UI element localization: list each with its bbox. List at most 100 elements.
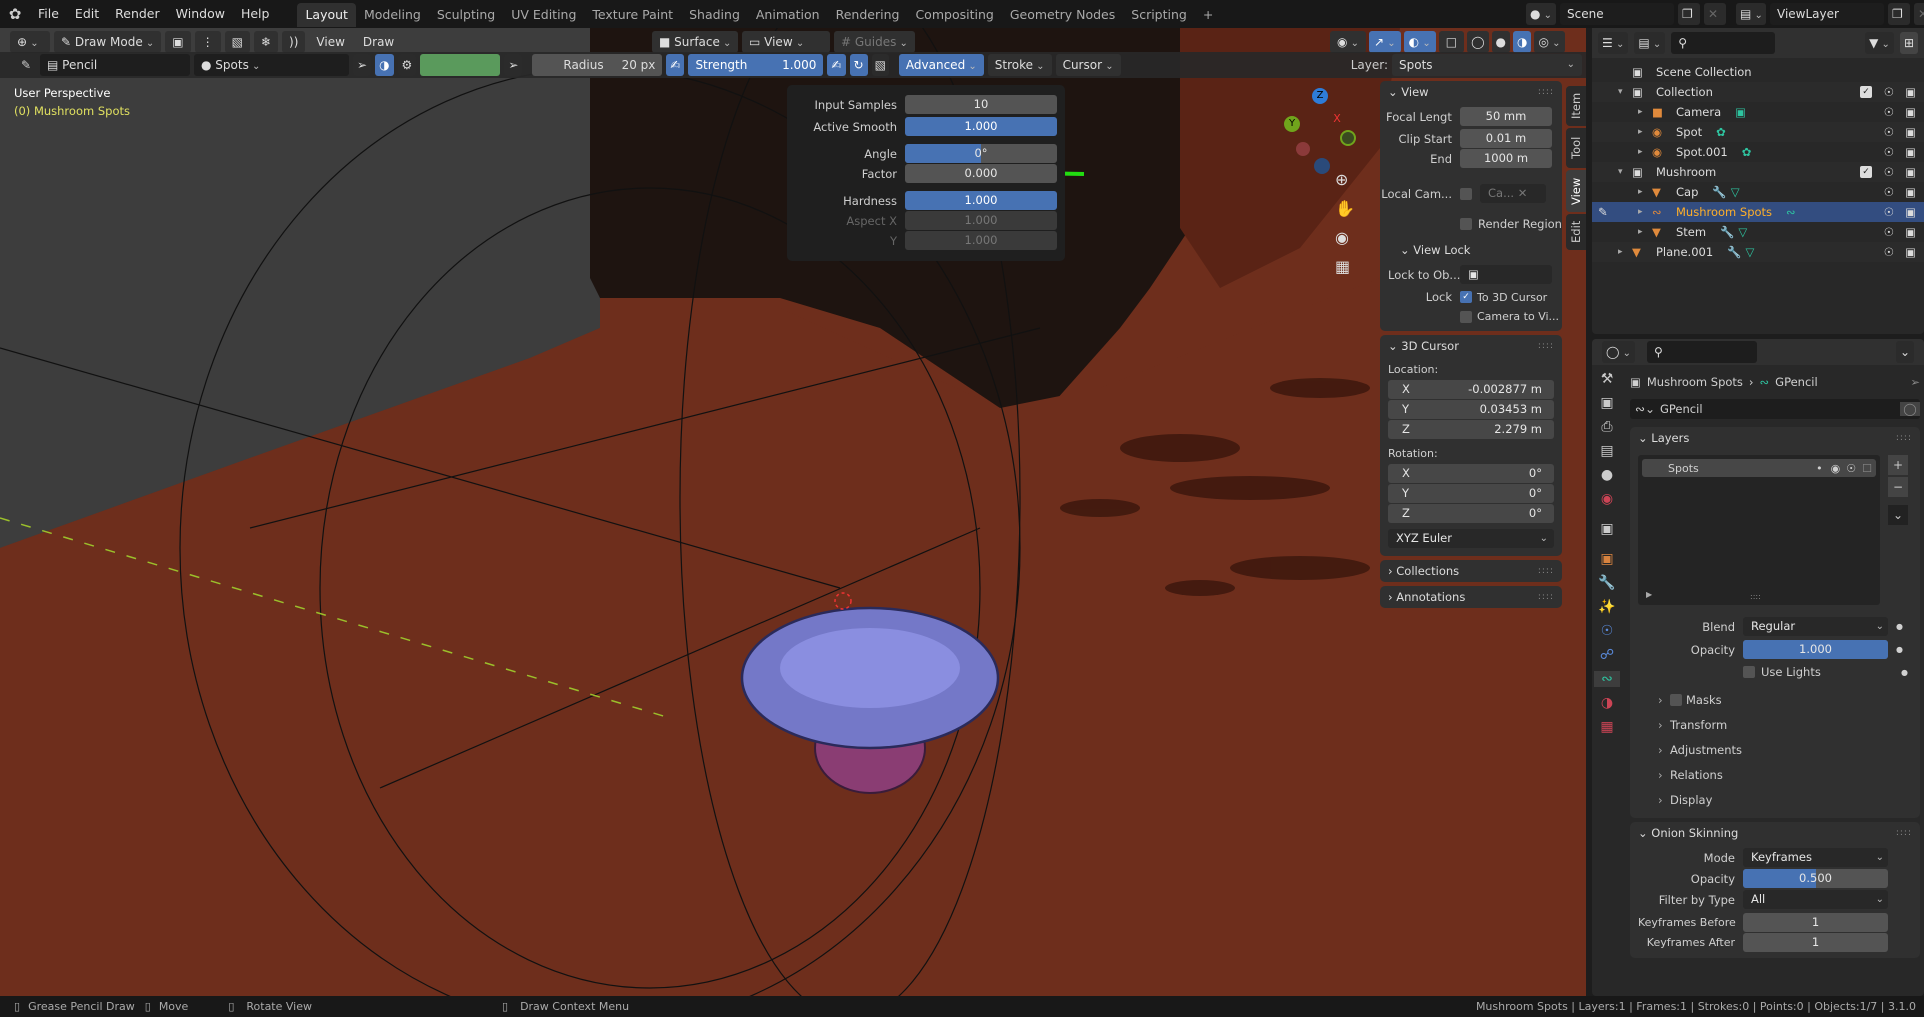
menu-help[interactable]: Help: [233, 0, 278, 28]
outliner-item[interactable]: ▾ ▣ Collection ✓ ☉ ▣: [1592, 82, 1924, 102]
outliner-search-input[interactable]: ⚲: [1671, 32, 1776, 54]
cursor-loc-y-field[interactable]: Y 0.03453 m: [1388, 400, 1554, 419]
visibility-eye-icon[interactable]: ☉: [1884, 242, 1894, 262]
3d-cursor-header[interactable]: ⌄ 3D Cursor::::: [1388, 335, 1554, 357]
expand-arrow-icon[interactable]: ▸: [1638, 202, 1652, 222]
outliner-item[interactable]: ▸ ▼ Cap 🔧 ▽ ☉ ▣: [1592, 182, 1924, 202]
color-mode-material-icon[interactable]: ◑: [375, 54, 394, 76]
sidebar-tab-tool[interactable]: Tool: [1566, 128, 1586, 168]
radius-pressure-icon[interactable]: ✍: [666, 54, 685, 76]
cursor-rot-x-field[interactable]: X 0°: [1388, 464, 1554, 483]
layers-panel-header[interactable]: ⌄ Layers::::: [1638, 427, 1912, 449]
render-tab-icon[interactable]: ▣: [1600, 395, 1613, 411]
tab-uv-editing[interactable]: UV Editing: [503, 3, 584, 27]
keyframes-after-field[interactable]: 1: [1743, 933, 1888, 952]
color-swatch[interactable]: [420, 54, 501, 76]
material-selector[interactable]: ● Spots: [194, 54, 349, 76]
cursor-rot-y-field[interactable]: Y 0°: [1388, 484, 1554, 503]
advanced-dropdown[interactable]: Advanced: [898, 54, 984, 76]
editor-type-properties-icon[interactable]: ◯: [1602, 341, 1635, 363]
expand-arrow-icon[interactable]: ▸: [1638, 182, 1652, 202]
curve-icon[interactable]: )): [282, 31, 306, 53]
add-workspace-button[interactable]: +: [1195, 3, 1221, 27]
render-camera-icon[interactable]: ▣: [1905, 142, 1916, 162]
rendered-shading-icon[interactable]: ◎: [1534, 31, 1565, 53]
expand-arrow-icon[interactable]: ▸: [1638, 142, 1652, 162]
color-mode-vertex-icon[interactable]: ⚙: [397, 54, 417, 76]
visibility-eye-icon[interactable]: ☉: [1884, 142, 1894, 162]
expand-arrow-icon[interactable]: ▸: [1638, 222, 1652, 242]
render-camera-icon[interactable]: ▣: [1905, 182, 1916, 202]
new-collection-icon[interactable]: ⊞: [1899, 32, 1918, 54]
tab-animation[interactable]: Animation: [748, 3, 828, 27]
sidebar-tab-item[interactable]: Item: [1566, 86, 1586, 126]
orientation-dropdown[interactable]: ▭ View: [742, 31, 830, 53]
layer-item-spots[interactable]: Spots • ◉ ☉ ☐: [1642, 459, 1876, 477]
filter-by-type-dropdown[interactable]: All: [1743, 890, 1888, 909]
onion-mode-dropdown[interactable]: Keyframes: [1743, 848, 1888, 867]
camera-to-view-checkbox[interactable]: [1460, 310, 1472, 323]
stabilizer-icon[interactable]: ▧: [871, 54, 889, 76]
draw-menu[interactable]: Draw: [356, 31, 401, 53]
visibility-eye-icon[interactable]: ☉: [1884, 202, 1894, 222]
lock-to-object-field[interactable]: ▣: [1460, 265, 1552, 284]
masks-checkbox[interactable]: [1670, 693, 1682, 706]
pin-color-icon[interactable]: ➢: [504, 54, 523, 76]
radius-field[interactable]: Radius 20 px: [532, 54, 663, 76]
pin-material-icon[interactable]: ➢: [353, 54, 372, 76]
subpanel-display[interactable]: › Display: [1658, 787, 1912, 812]
view-layer-field[interactable]: ViewLayer: [1770, 3, 1884, 25]
draw-mode-icon[interactable]: ↻: [849, 54, 868, 76]
mode-dropdown[interactable]: ✎ Draw Mode: [54, 31, 162, 53]
camera-view-icon[interactable]: ◉: [1335, 228, 1355, 247]
solid-shading-icon[interactable]: ●: [1491, 31, 1510, 53]
local-camera-field[interactable]: Ca... ✕: [1480, 184, 1546, 203]
edit-mode-toggle-icon[interactable]: ▣: [165, 31, 191, 53]
xray-icon[interactable]: □: [1438, 31, 1465, 53]
gizmo-y[interactable]: Y: [1284, 116, 1300, 132]
cursor-rot-z-field[interactable]: Z 0°: [1388, 504, 1554, 523]
strength-slider[interactable]: Strength 1.000: [688, 54, 824, 76]
gpencil-data-tab-icon[interactable]: ∾: [1594, 671, 1620, 687]
scene-selector-icon[interactable]: ●: [1526, 3, 1556, 25]
render-camera-icon[interactable]: ▣: [1905, 82, 1916, 102]
focal-length-field[interactable]: 50 mm: [1460, 107, 1552, 126]
subpanel-adjustments[interactable]: › Adjustments: [1658, 737, 1912, 762]
outliner-item[interactable]: ✎ ▸ ∾ Mushroom Spots ∾ ☉ ▣: [1592, 202, 1924, 222]
world-tab-icon[interactable]: ◉: [1601, 491, 1613, 507]
render-camera-icon[interactable]: ▣: [1905, 122, 1916, 142]
visibility-eye-icon[interactable]: ☉: [1884, 122, 1894, 142]
stroke-dropdown[interactable]: Stroke: [987, 54, 1052, 76]
collections-panel-header[interactable]: › Collections::::: [1380, 560, 1562, 582]
visibility-eye-icon[interactable]: ☉: [1884, 222, 1894, 242]
new-view-layer-icon[interactable]: ❐: [1888, 3, 1910, 25]
zoom-icon[interactable]: ⊕: [1335, 170, 1355, 189]
scene-tab-icon[interactable]: ●: [1601, 467, 1613, 483]
texture-tab-icon[interactable]: ▦: [1600, 719, 1613, 735]
render-region-checkbox[interactable]: [1460, 218, 1472, 230]
render-camera-icon[interactable]: ▣: [1905, 162, 1916, 182]
render-camera-icon[interactable]: ▣: [1905, 202, 1916, 222]
tab-sculpting[interactable]: Sculpting: [429, 3, 503, 27]
onion-opacity-slider[interactable]: 0.500: [1743, 869, 1888, 888]
popup-field[interactable]: 1.000: [905, 191, 1057, 210]
output-tab-icon[interactable]: ⎙: [1601, 419, 1612, 435]
gpencil-data-name[interactable]: GPencil: [1660, 402, 1900, 416]
sidebar-tab-view[interactable]: View: [1566, 170, 1586, 212]
visibility-eye-icon[interactable]: ☉: [1884, 162, 1894, 182]
delete-scene-icon[interactable]: ✕: [1704, 3, 1726, 25]
snowflake-icon[interactable]: ❄: [253, 31, 279, 53]
rotation-mode-dropdown[interactable]: XYZ Euler: [1388, 529, 1554, 548]
outliner-item[interactable]: ▾ ▣ Mushroom ✓ ☉ ▣: [1592, 162, 1924, 182]
tab-texture-paint[interactable]: Texture Paint: [584, 3, 681, 27]
gizmo-z[interactable]: Z: [1312, 88, 1328, 104]
brush-selector[interactable]: ▤ Pencil: [40, 54, 190, 76]
tab-scripting[interactable]: Scripting: [1123, 3, 1195, 27]
remove-layer-button[interactable]: −: [1888, 477, 1908, 497]
menu-render[interactable]: Render: [107, 0, 168, 28]
blender-logo-icon[interactable]: ✿: [0, 5, 30, 23]
scene-field[interactable]: Scene: [1560, 3, 1674, 25]
new-scene-icon[interactable]: ❐: [1678, 3, 1700, 25]
effects-tab-icon[interactable]: ✨: [1598, 599, 1615, 615]
view-panel-header[interactable]: ⌄ View::::: [1380, 81, 1562, 103]
